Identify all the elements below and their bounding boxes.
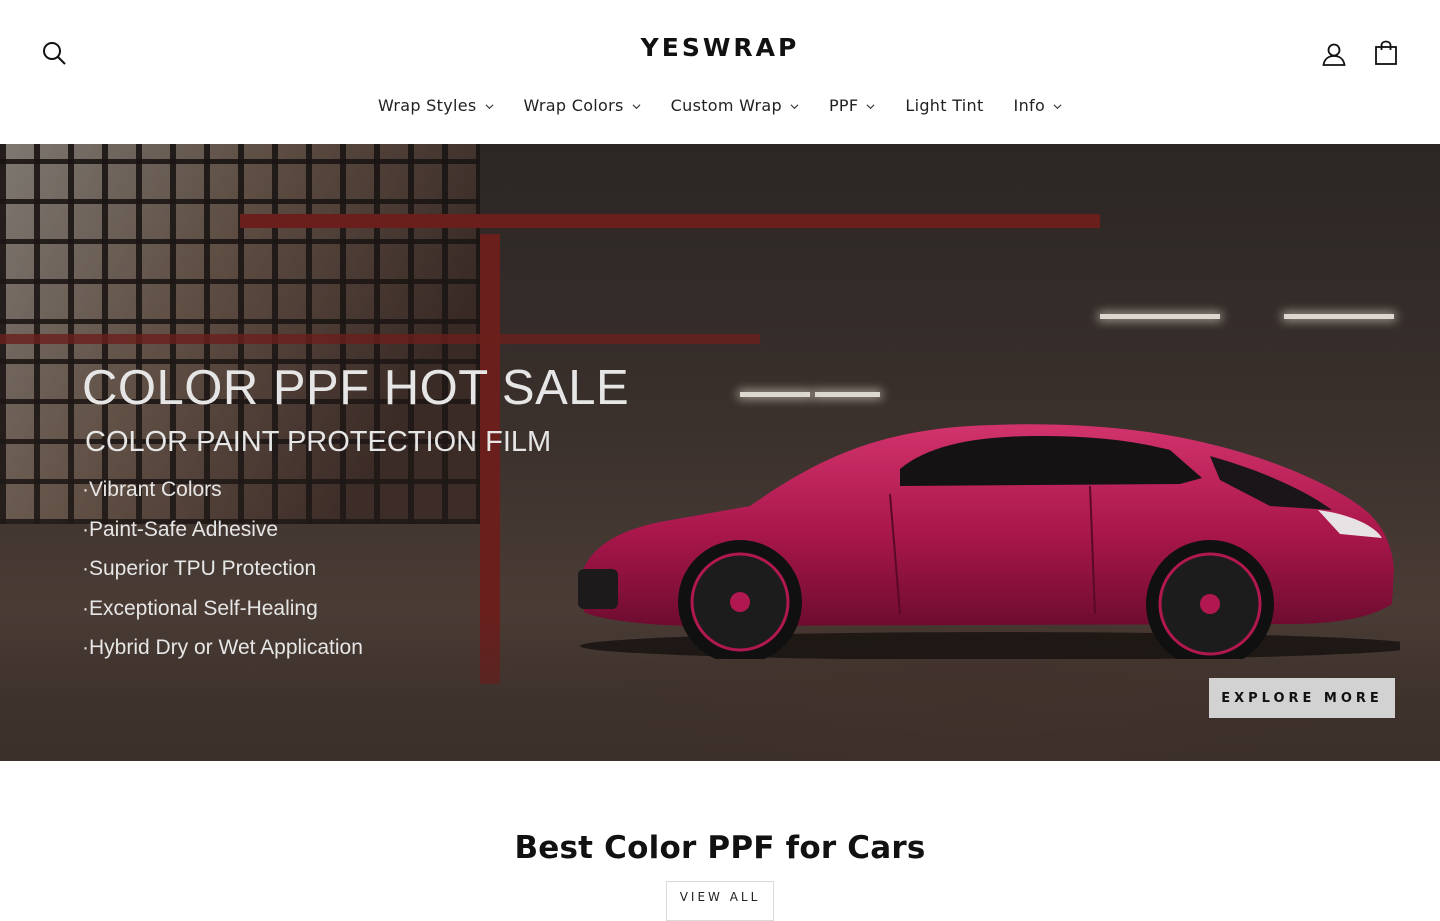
- hero-text-block: COLOR PPF HOT SALE COLOR PAINT PROTECTIO…: [82, 358, 629, 668]
- hero-banner[interactable]: COLOR PPF HOT SALE COLOR PAINT PROTECTIO…: [0, 144, 1440, 761]
- chevron-down-icon: [485, 104, 493, 110]
- explore-more-button[interactable]: EXPLORE MORE: [1209, 678, 1395, 718]
- view-all-button[interactable]: VIEW ALL: [666, 881, 774, 921]
- nav-ppf[interactable]: PPF: [814, 92, 890, 118]
- nav-label: Wrap Styles: [377, 95, 477, 115]
- nav-label: Light Tint: [905, 95, 984, 115]
- chevron-down-icon: [790, 104, 799, 110]
- nav-label: Info: [1013, 95, 1046, 115]
- section-title: Best Color PPF for Cars: [514, 830, 926, 866]
- chevron-down-icon: [632, 104, 641, 110]
- nav-light-tint[interactable]: Light Tint: [890, 92, 998, 118]
- ceiling-lamp: [815, 392, 880, 397]
- ceiling-lamp: [740, 392, 810, 397]
- nav-custom-wrap[interactable]: Custom Wrap: [656, 92, 814, 118]
- hero-subtitle: COLOR PAINT PROTECTION FILM: [85, 426, 552, 458]
- hero-title: COLOR PPF HOT SALE: [82, 361, 630, 415]
- nav-info[interactable]: Info: [999, 92, 1077, 118]
- feature-item: ·Superior TPU Protection: [82, 557, 317, 580]
- nav-label: PPF: [828, 95, 859, 115]
- ceiling-lamp: [1100, 314, 1220, 319]
- feature-item: ·Hybrid Dry or Wet Application: [82, 636, 363, 659]
- nav-wrap-styles[interactable]: Wrap Styles: [363, 92, 509, 118]
- cart-button[interactable]: [1370, 37, 1402, 69]
- main-nav: Wrap Styles Wrap Colors Custom Wrap PPF …: [0, 92, 1440, 118]
- feature-item: ·Paint-Safe Adhesive: [82, 517, 279, 541]
- feature-list: ·Vibrant Colors ·Paint-Safe Adhesive ·Su…: [82, 470, 629, 668]
- chevron-down-icon: [866, 104, 875, 110]
- chevron-down-icon: [1053, 104, 1062, 110]
- logo-text[interactable]: YESWRAP: [641, 33, 800, 62]
- nav-wrap-colors[interactable]: Wrap Colors: [509, 92, 656, 118]
- feature-item: ·Exceptional Self-Healing: [82, 596, 318, 620]
- shopping-bag-icon: [1375, 40, 1397, 65]
- logo[interactable]: YESWRAP: [0, 33, 1440, 62]
- nav-label: Custom Wrap: [670, 95, 782, 115]
- nav-label: Wrap Colors: [523, 95, 624, 115]
- steel-beam: [0, 334, 760, 344]
- steel-beam: [240, 214, 1100, 228]
- user-icon: [1322, 43, 1346, 66]
- ceiling-lamp: [1284, 314, 1394, 319]
- feature-item: ·Vibrant Colors: [82, 478, 222, 501]
- account-button[interactable]: [1318, 38, 1350, 70]
- site-header: YESWRAP Wrap Styles Wrap Colors Custom W…: [0, 0, 1440, 144]
- sports-car-image: [578, 424, 1400, 659]
- wheel: [678, 540, 802, 659]
